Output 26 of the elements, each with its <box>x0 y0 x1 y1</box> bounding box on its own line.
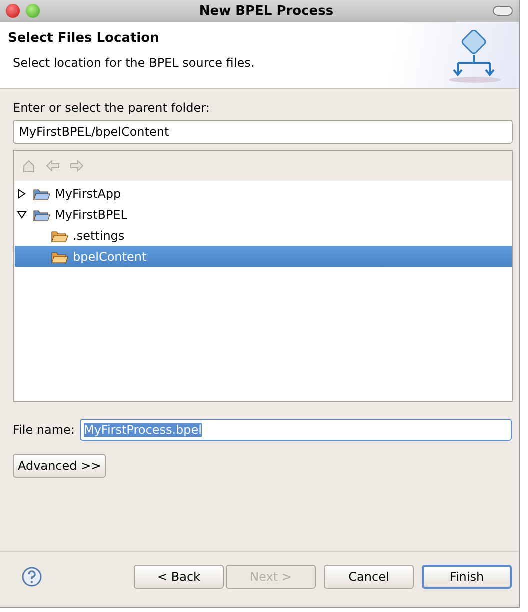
toolbar-toggle-button[interactable] <box>493 6 513 16</box>
home-icon[interactable] <box>22 159 36 173</box>
page-title: Select Files Location <box>8 31 160 46</box>
page-description: Select location for the BPEL source files. <box>13 56 255 70</box>
close-button[interactable] <box>6 4 20 18</box>
maximize-button[interactable] <box>26 4 40 18</box>
project-folder-icon <box>33 208 51 222</box>
folder-icon <box>51 250 69 264</box>
dialog-button[interactable]: Finish <box>422 564 512 588</box>
back-arrow-icon[interactable] <box>46 160 60 172</box>
help-icon[interactable] <box>22 566 42 586</box>
window-title: New BPEL Process <box>198 4 335 18</box>
project-folder-icon <box>33 186 51 200</box>
collapse-icon[interactable] <box>17 210 27 220</box>
file-name-label: File name: <box>13 423 75 437</box>
tree-item[interactable]: MyFirstApp <box>15 183 512 204</box>
folder-field[interactable]: MyFirstBPEL/bpelContent <box>13 120 513 144</box>
advanced-button[interactable]: Advanced >> <box>13 454 106 478</box>
dialog-button[interactable]: Cancel <box>324 564 414 588</box>
folder-icon <box>51 228 69 242</box>
tree-item[interactable]: MyFirstBPEL <box>15 204 512 225</box>
expand-icon[interactable] <box>17 188 27 198</box>
folder-label: Enter or select the parent folder: <box>13 101 211 115</box>
tree-item[interactable]: .settings <box>15 225 512 246</box>
forward-arrow-icon[interactable] <box>70 160 84 172</box>
dialog-button[interactable]: < Back <box>134 564 224 588</box>
